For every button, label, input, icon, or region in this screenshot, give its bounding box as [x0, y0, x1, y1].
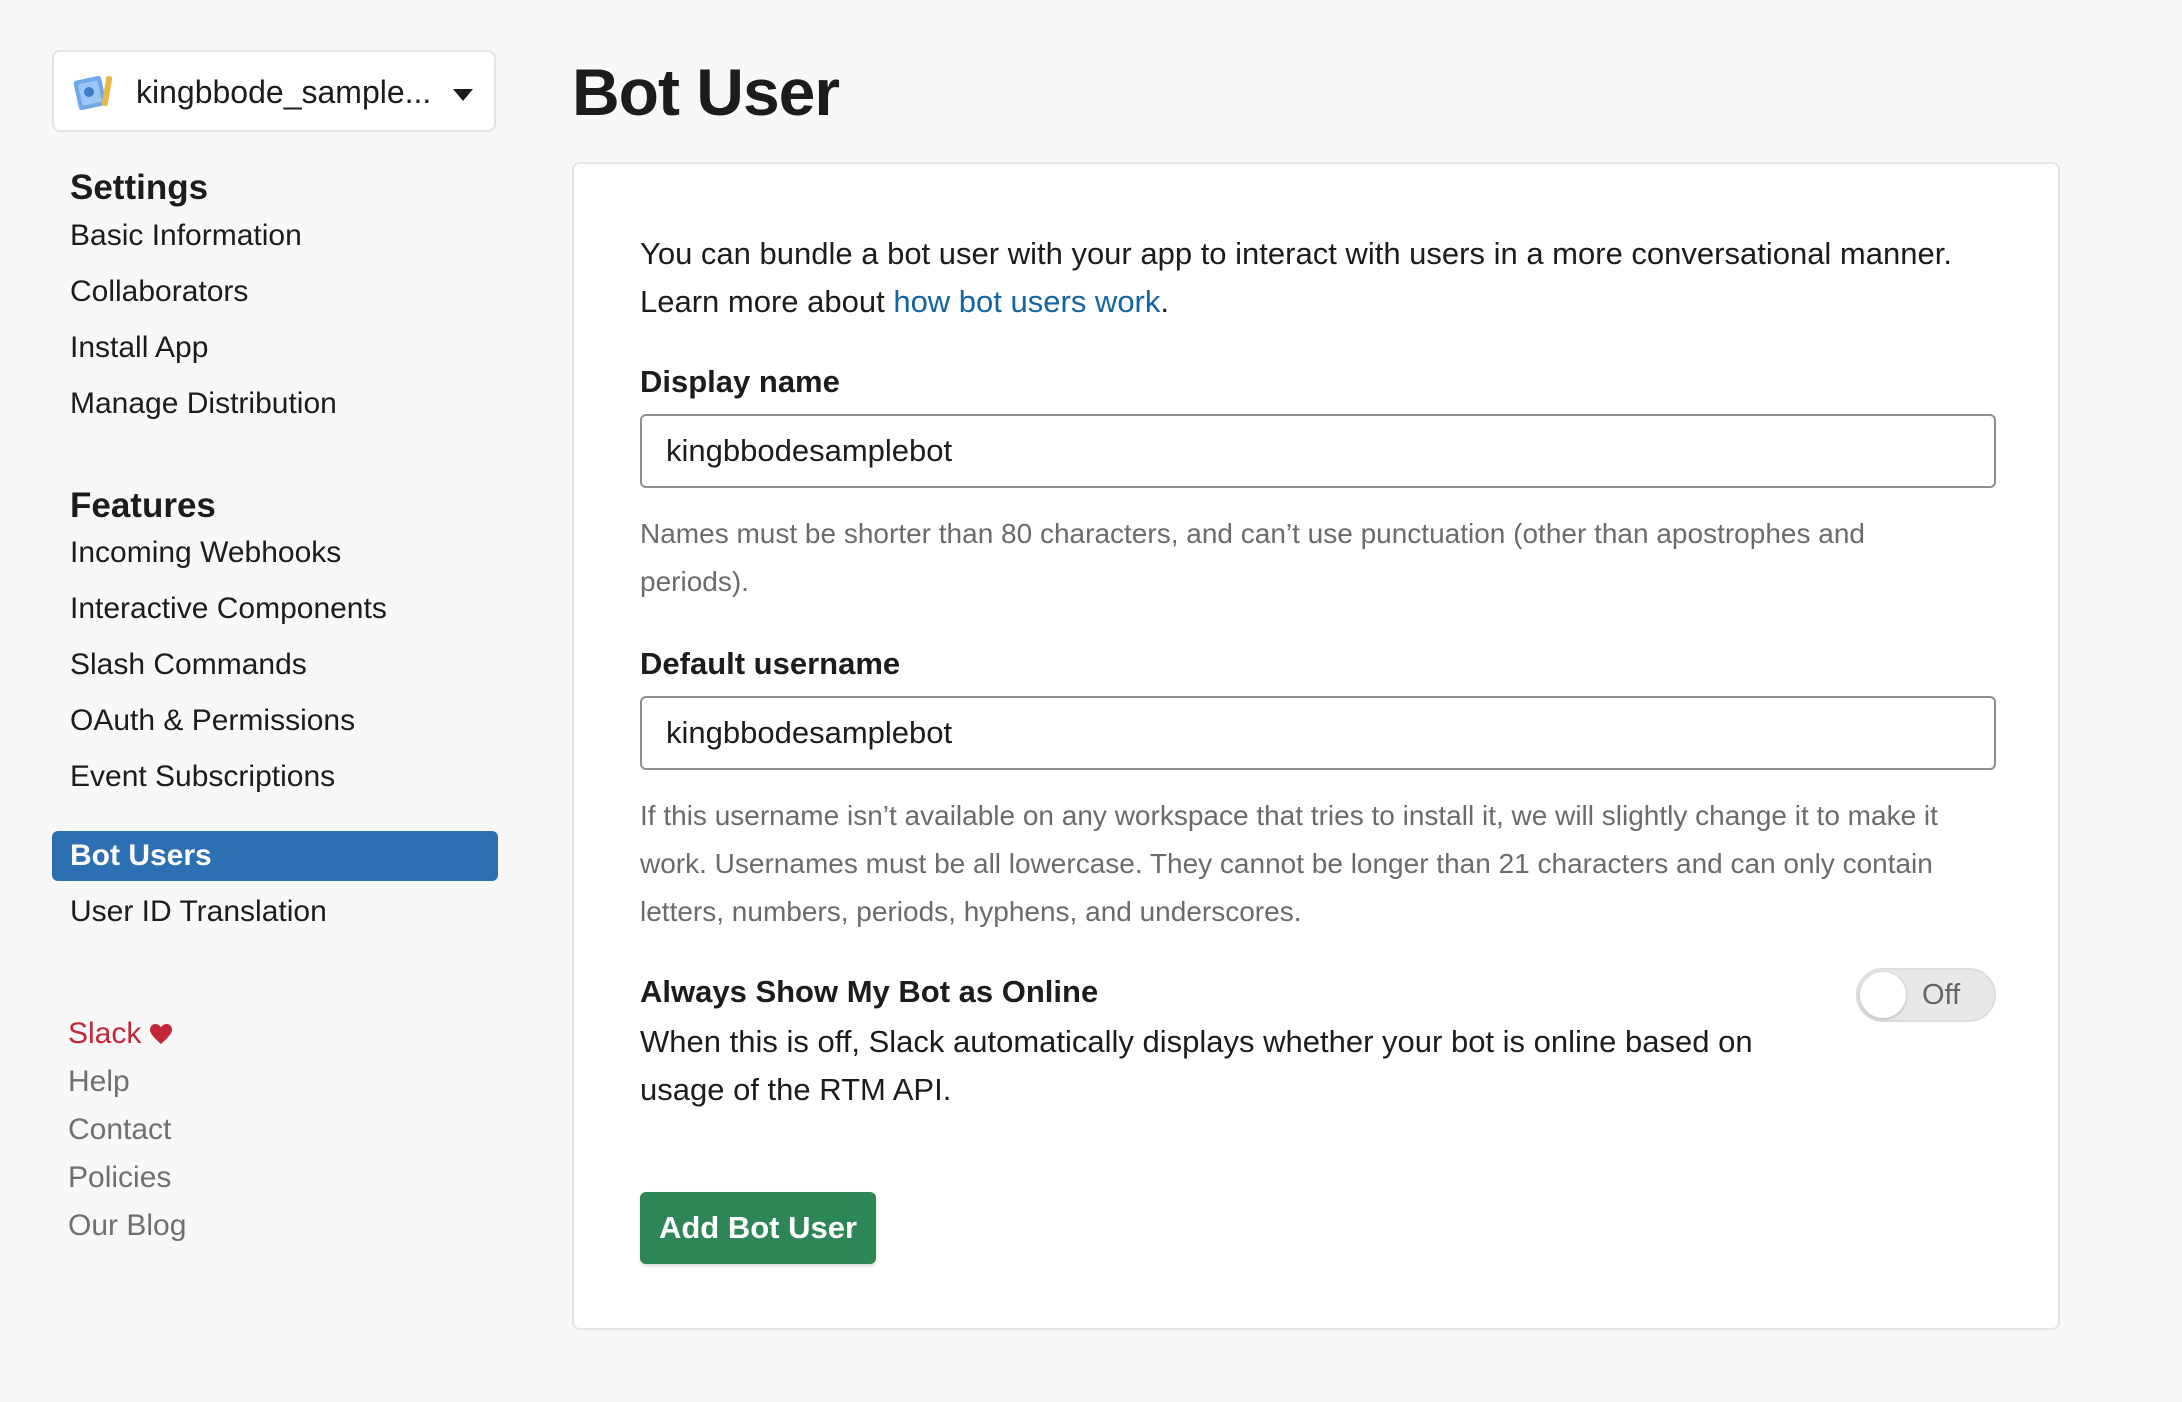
- display-name-input[interactable]: [640, 414, 1996, 488]
- sidebar-item-bot-users[interactable]: Bot Users: [52, 831, 498, 881]
- toggle-knob: [1860, 972, 1906, 1018]
- footer-contact-link[interactable]: Contact: [68, 1108, 171, 1152]
- bot-users-docs-link[interactable]: how bot users work: [893, 284, 1160, 319]
- sidebar-item-oauth-permissions[interactable]: OAuth & Permissions: [52, 696, 498, 746]
- footer-help-link[interactable]: Help: [68, 1060, 130, 1104]
- slack-brand-label: Slack: [68, 1017, 142, 1050]
- footer-policies-link[interactable]: Policies: [68, 1156, 171, 1200]
- toggle-state-label: Off: [1922, 979, 1961, 1011]
- chevron-down-icon: [453, 89, 473, 101]
- sidebar-item-incoming-webhooks[interactable]: Incoming Webhooks: [52, 528, 498, 578]
- intro-end: .: [1160, 284, 1170, 319]
- intro-text: You can bundle a bot user with your app …: [640, 230, 2020, 326]
- sidebar-item-manage-distribution[interactable]: Manage Distribution: [52, 379, 498, 429]
- always-online-description: When this is off, Slack automatically di…: [640, 1024, 1753, 1107]
- sidebar-item-basic-information[interactable]: Basic Information: [52, 211, 498, 261]
- sidebar-item-slash-commands[interactable]: Slash Commands: [52, 640, 498, 690]
- always-online-toggle[interactable]: Off: [1856, 968, 1996, 1022]
- sidebar-item-install-app[interactable]: Install App: [52, 323, 498, 373]
- settings-heading: Settings: [70, 168, 209, 207]
- app-icon: [73, 75, 113, 111]
- page-title: Bot User: [572, 55, 840, 129]
- default-username-label: Default username: [640, 646, 901, 681]
- sidebar-item-collaborators[interactable]: Collaborators: [52, 267, 498, 317]
- app-selector[interactable]: kingbbode_sample...: [52, 50, 496, 132]
- footer-slack-link[interactable]: Slack: [68, 1012, 173, 1056]
- features-heading: Features: [70, 486, 216, 525]
- footer-blog-link[interactable]: Our Blog: [68, 1204, 186, 1248]
- sidebar-item-event-subscriptions[interactable]: Event Subscriptions: [52, 752, 498, 802]
- default-username-input[interactable]: [640, 696, 1996, 770]
- sidebar-item-user-id-translation[interactable]: User ID Translation: [52, 887, 498, 937]
- heart-icon: [150, 1024, 173, 1044]
- default-username-hint: If this username isn’t available on any …: [640, 800, 1938, 927]
- sidebar-item-interactive-components[interactable]: Interactive Components: [52, 584, 498, 634]
- bot-user-card: You can bundle a bot user with your app …: [572, 162, 2060, 1330]
- display-name-label: Display name: [640, 364, 840, 399]
- intro-body: You can bundle a bot user with your app …: [640, 236, 1952, 319]
- add-bot-user-button[interactable]: Add Bot User: [640, 1192, 876, 1264]
- app-name: kingbbode_sample...: [136, 74, 432, 110]
- always-online-label: Always Show My Bot as Online: [640, 974, 1099, 1009]
- display-name-hint: Names must be shorter than 80 characters…: [640, 518, 1865, 597]
